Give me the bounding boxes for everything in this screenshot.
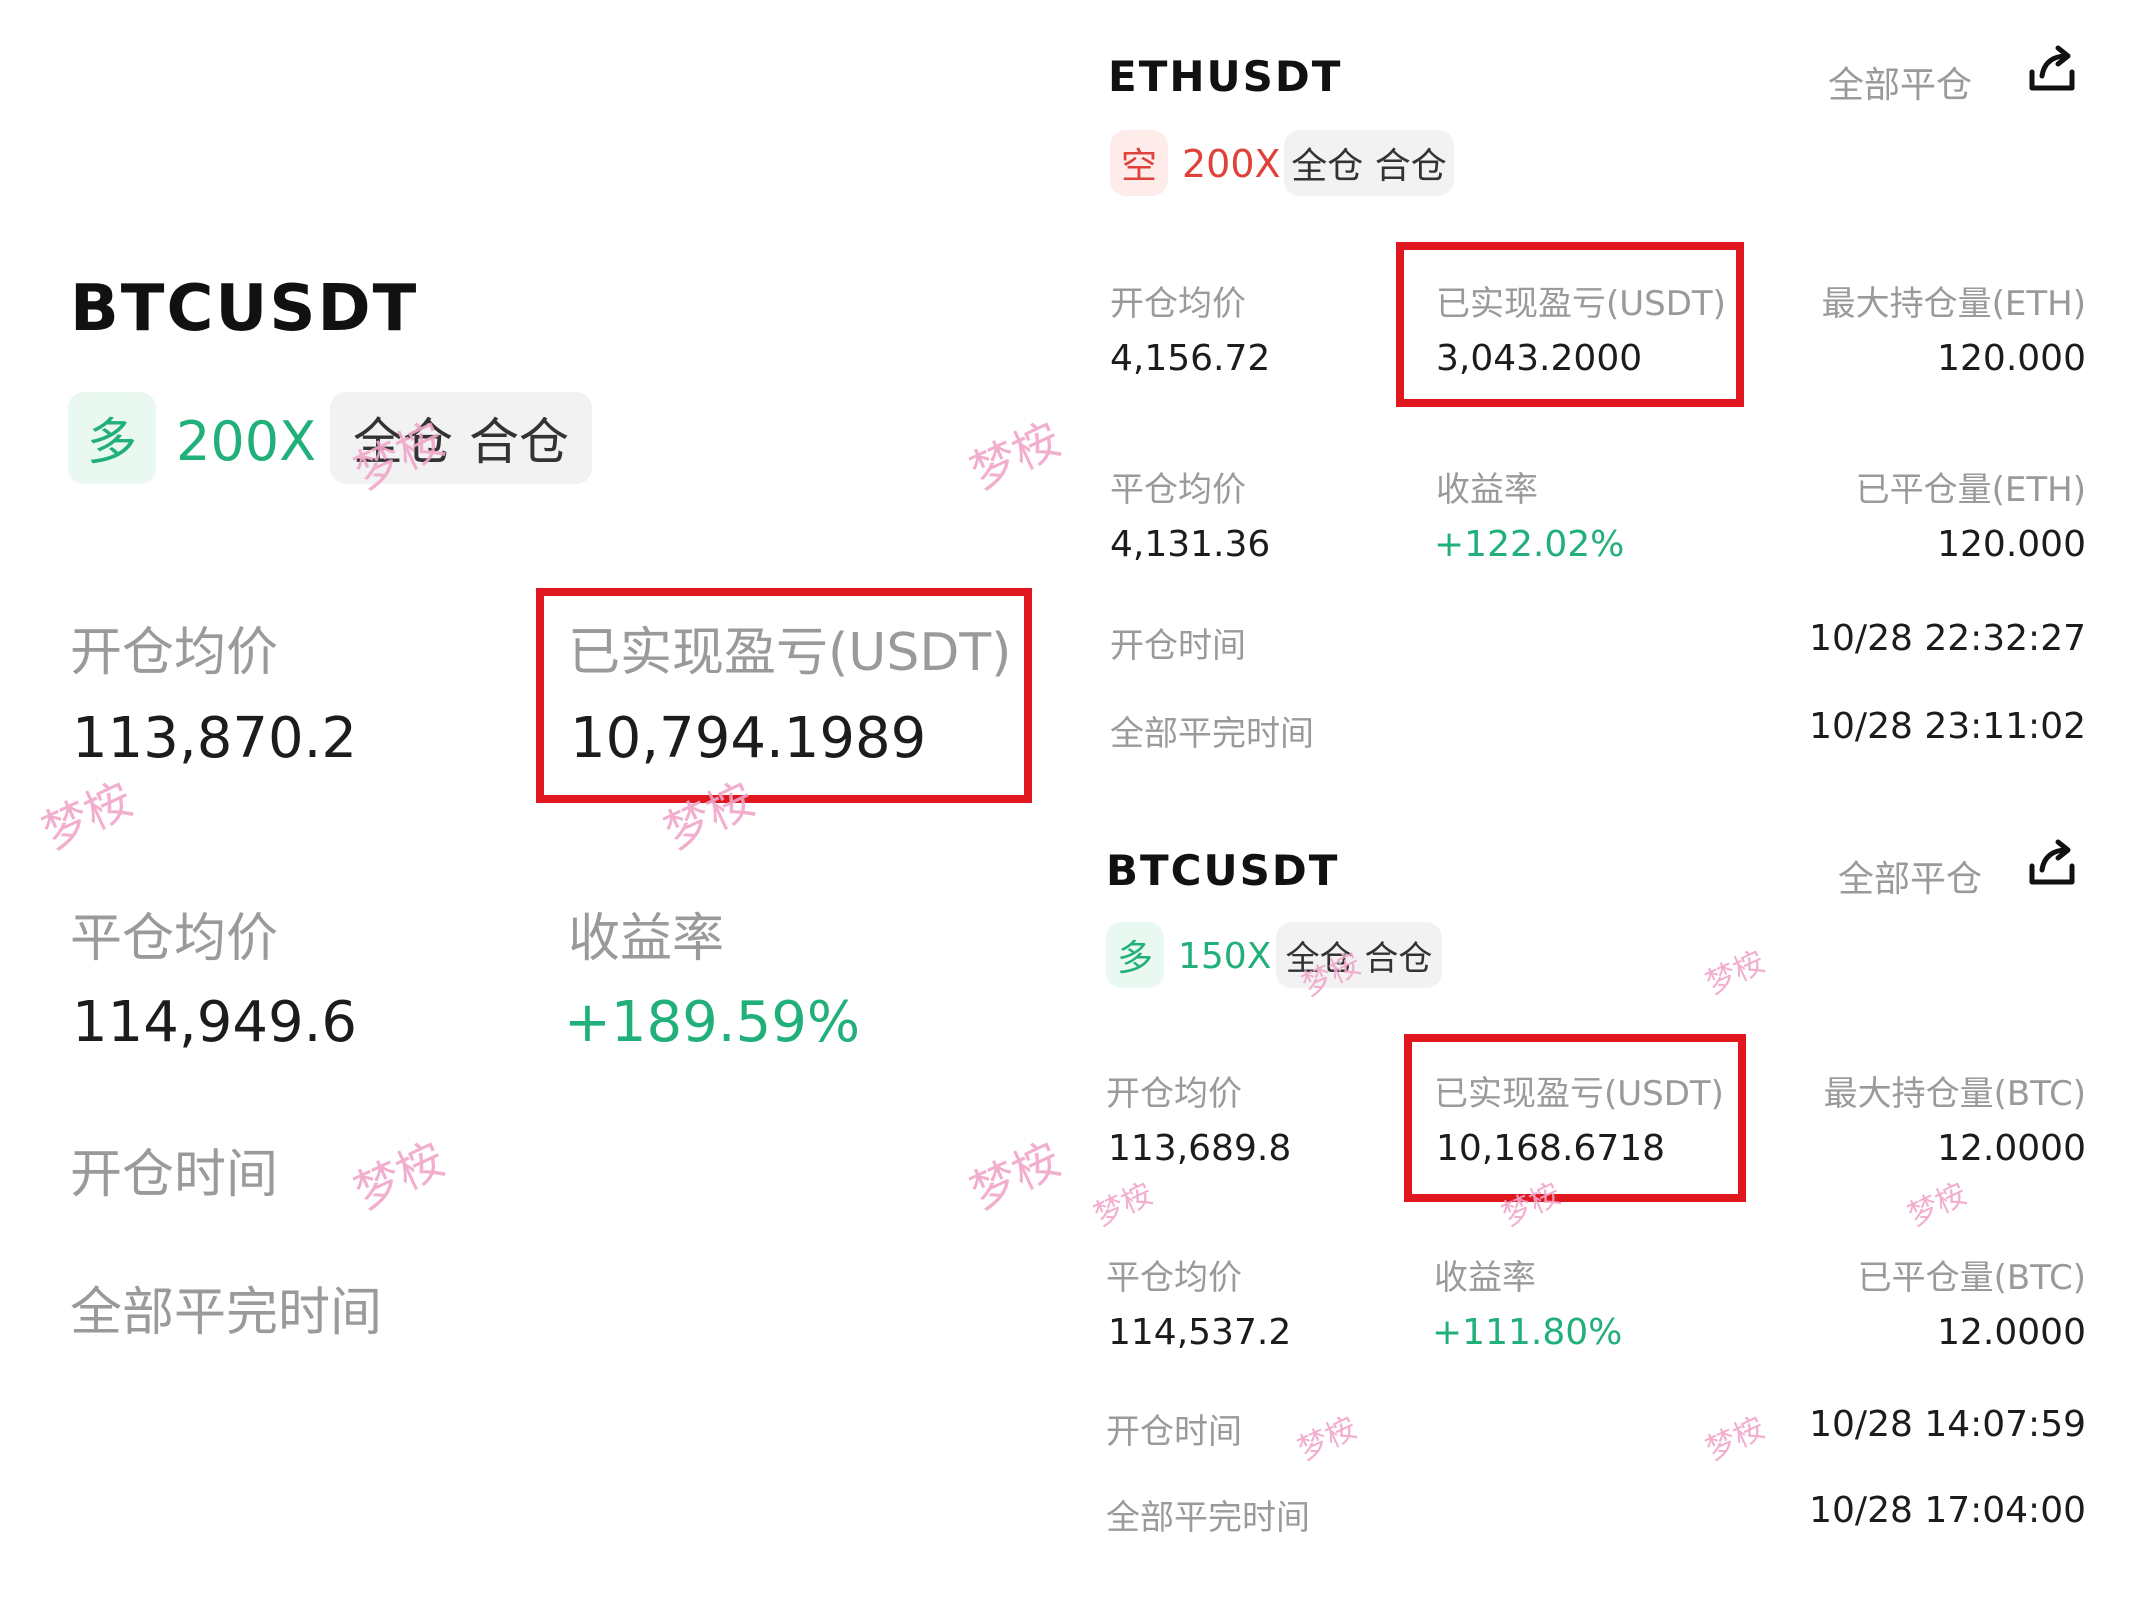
btc-realized-pnl-label: 已实现盈亏(USDT) bbox=[1434, 1074, 1724, 1114]
eth-roi-value: +122.02% bbox=[1434, 524, 1625, 565]
eth-roi-label: 收益率 bbox=[1436, 470, 1538, 510]
left-symbol: BTCUSDT bbox=[70, 272, 419, 346]
watermark: 梦桉 bbox=[1700, 944, 1771, 1002]
btc-leverage: 150X bbox=[1178, 936, 1272, 977]
eth-open-time-label: 开仓时间 bbox=[1110, 626, 1246, 666]
btc-closed-value: 12.0000 bbox=[1937, 1312, 2086, 1353]
btc-max-pos-value: 12.0000 bbox=[1937, 1128, 2086, 1169]
eth-closed-label: 已平仓量(ETH) bbox=[1855, 470, 2086, 510]
btc-side-badge: 多 bbox=[1106, 922, 1164, 988]
left-close-time-label: 全部平完时间 bbox=[70, 1283, 383, 1343]
eth-max-pos-value: 120.000 bbox=[1937, 338, 2086, 379]
btc-symbol: BTCUSDT bbox=[1106, 846, 1340, 895]
eth-leverage: 200X bbox=[1182, 142, 1281, 186]
eth-max-pos-label: 最大持仓量(ETH) bbox=[1821, 284, 2086, 324]
watermark: 梦桉 bbox=[34, 771, 141, 860]
btc-open-avg-value: 113,689.8 bbox=[1108, 1128, 1292, 1169]
left-open-avg-label: 开仓均价 bbox=[70, 623, 279, 683]
left-side-badge: 多 bbox=[68, 392, 156, 484]
watermark: 梦桉 bbox=[1292, 1410, 1363, 1468]
watermark: 梦桉 bbox=[1700, 1410, 1771, 1468]
eth-close-avg-label: 平仓均价 bbox=[1110, 470, 1246, 510]
btc-close-all-button[interactable]: 全部平仓 bbox=[1838, 850, 1982, 902]
btc-close-time-value: 10/28 17:04:00 bbox=[1809, 1490, 2086, 1531]
btc-open-time-value: 10/28 14:07:59 bbox=[1809, 1404, 2086, 1445]
watermark: 梦桉 bbox=[962, 411, 1069, 500]
eth-side-badge: 空 bbox=[1110, 130, 1168, 196]
left-realized-pnl-label: 已实现盈亏(USDT) bbox=[568, 623, 1012, 683]
left-leverage: 200X bbox=[176, 410, 317, 473]
left-realized-pnl-value: 10,794.1989 bbox=[570, 706, 927, 771]
eth-close-all-button[interactable]: 全部平仓 bbox=[1828, 56, 1972, 108]
left-open-avg-value: 113,870.2 bbox=[72, 706, 358, 771]
btc-open-avg-label: 开仓均价 bbox=[1106, 1074, 1242, 1114]
eth-symbol: ETHUSDT bbox=[1108, 52, 1343, 101]
btc-roi-label: 收益率 bbox=[1434, 1258, 1536, 1298]
btc-open-time-label: 开仓时间 bbox=[1106, 1412, 1242, 1452]
eth-realized-pnl-value: 3,043.2000 bbox=[1436, 338, 1643, 379]
eth-margin-mode: 全仓 合仓 bbox=[1284, 130, 1454, 196]
btc-close-avg-value: 114,537.2 bbox=[1108, 1312, 1292, 1353]
left-open-time-label: 开仓时间 bbox=[70, 1145, 279, 1205]
btc-close-avg-label: 平仓均价 bbox=[1106, 1258, 1242, 1298]
watermark: 梦桉 bbox=[1088, 1176, 1159, 1234]
eth-realized-pnl-label: 已实现盈亏(USDT) bbox=[1436, 284, 1726, 324]
eth-close-time-value: 10/28 23:11:02 bbox=[1809, 706, 2086, 747]
eth-close-time-label: 全部平完时间 bbox=[1110, 714, 1314, 754]
left-roi-value: +189.59% bbox=[564, 990, 861, 1055]
eth-open-avg-value: 4,156.72 bbox=[1110, 338, 1271, 379]
btc-close-time-label: 全部平完时间 bbox=[1106, 1498, 1310, 1538]
btc-pnl-highlight-box bbox=[1404, 1034, 1746, 1202]
eth-open-time-value: 10/28 22:32:27 bbox=[1809, 618, 2086, 659]
eth-closed-value: 120.000 bbox=[1937, 524, 2086, 565]
watermark: 梦桉 bbox=[962, 1131, 1069, 1220]
btc-roi-value: +111.80% bbox=[1432, 1312, 1623, 1353]
share-icon[interactable] bbox=[2022, 836, 2082, 896]
left-roi-label: 收益率 bbox=[568, 909, 725, 969]
share-icon[interactable] bbox=[2022, 42, 2082, 102]
btc-realized-pnl-value: 10,168.6718 bbox=[1436, 1128, 1666, 1169]
left-close-avg-value: 114,949.6 bbox=[72, 990, 358, 1055]
left-close-avg-label: 平仓均价 bbox=[70, 909, 279, 969]
watermark: 梦桉 bbox=[1902, 1176, 1973, 1234]
btc-max-pos-label: 最大持仓量(BTC) bbox=[1823, 1074, 2086, 1114]
eth-open-avg-label: 开仓均价 bbox=[1110, 284, 1246, 324]
watermark: 梦桉 bbox=[346, 1131, 453, 1220]
btc-closed-label: 已平仓量(BTC) bbox=[1857, 1258, 2086, 1298]
eth-close-avg-value: 4,131.36 bbox=[1110, 524, 1271, 565]
